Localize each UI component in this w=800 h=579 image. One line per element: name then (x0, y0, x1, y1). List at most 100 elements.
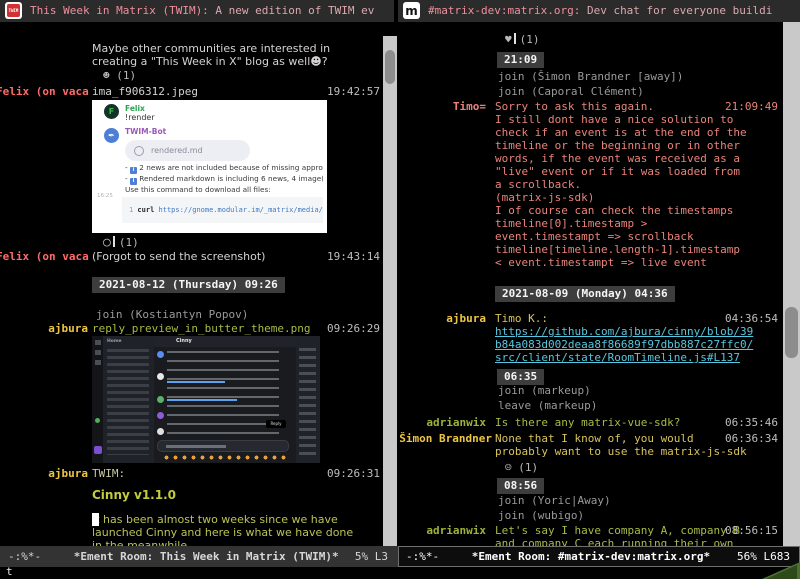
message-text: Let's say I have company A, company B (495, 524, 740, 537)
membership-event: join (Šimon Brandner [away]) (498, 70, 783, 83)
cinny-avatar (157, 351, 164, 358)
sender-name[interactable]: adrianwix (398, 416, 486, 429)
sender-name[interactable]: Timo= (398, 100, 486, 113)
sender-name[interactable]: ajbura (0, 467, 88, 480)
right-scrollbar[interactable] (783, 22, 800, 546)
timestamp: 09:26:31 (327, 467, 380, 480)
reaction-pill[interactable]: ♥(1) (505, 33, 783, 46)
cinny-link-bar (167, 381, 225, 383)
cinny-avatar (157, 412, 164, 419)
message-text: I still dont have a nice solution to (495, 113, 783, 126)
message-row: ajbura Timo K.: 04:36:54 (398, 312, 783, 325)
attached-image-rendered-md-screenshot[interactable]: F Felix !render ✒ TWIM-Bot rendered.md -… (92, 100, 327, 233)
right-scrollbar-thumb[interactable] (785, 307, 798, 358)
cinny-message-lines (167, 351, 279, 435)
sender-name[interactable]: ajbura (398, 312, 486, 325)
cinny-user-avatar (94, 446, 102, 454)
right-chat-buffer: ♥(1) 21:09 join (Šimon Brandner [away]) … (398, 22, 783, 546)
date-header-row: 2021-08-12 (Thursday) 09:26 (92, 277, 383, 290)
reaction-pill[interactable]: ☹ (1) (505, 461, 783, 474)
message-row: ajbura reply_preview_in_butter_theme.png… (0, 322, 383, 335)
date-header-row: 2021-08-09 (Monday) 04:36 (495, 286, 783, 299)
message-text: in the meanwhile (92, 539, 383, 546)
attached-image-cinny-screenshot[interactable]: Home Cinny Reply (92, 336, 320, 463)
hollow-cursor (113, 236, 115, 247)
hyperlink[interactable]: b84a083d002deaa8f86689f97dbb887c27ffc0/ (495, 338, 783, 351)
m-avatar-letter: m (405, 4, 418, 18)
hyperlink[interactable]: src/client/state/RoomTimeline.js#L137 (495, 351, 783, 364)
message-text: a scrollback. (495, 178, 783, 191)
sender-name[interactable]: Šimon Brandner (398, 432, 492, 445)
time-header: 21:09 (497, 52, 544, 68)
message-text: Timo K.: (495, 312, 548, 325)
time-header: 08:56 (497, 478, 544, 494)
time-header-row: 21:09 (497, 52, 783, 65)
attachment-filename[interactable]: ima_f906312.jpeg (92, 85, 198, 98)
cinny-room-list: Home (103, 336, 154, 463)
message-text: and company C each running their own (495, 537, 783, 546)
message-text: It has been almost two weeks since we ha… (92, 513, 383, 526)
sender-name[interactable]: Felix (on vaca (0, 250, 88, 263)
message-text: check if an event is at the end of the (495, 126, 783, 139)
hollow-cursor (514, 33, 516, 44)
twim-bot-avatar: ✒ (104, 128, 119, 143)
timestamp: 06:36:34 (725, 432, 778, 445)
modeline-flags: -:%*- (8, 550, 41, 563)
membership-event: leave (markeup) (498, 399, 783, 412)
message-text: words, if the event was received as a (495, 152, 783, 165)
cinny-reply-tooltip: Reply (266, 420, 286, 428)
cinny-avatar (157, 373, 164, 380)
message-row: ajbura TWIM: 09:26:31 (0, 467, 383, 480)
reaction-count: (1) (520, 33, 540, 46)
info-icon: i (130, 167, 137, 174)
timestamp: 09:26:29 (327, 322, 380, 335)
reaction-count: (1) (116, 69, 136, 82)
hyperlink[interactable]: https://github.com/ajbura/cinny/blob/39 (495, 325, 783, 338)
membership-event: join (Kostiantyn Popov) (96, 308, 383, 321)
embedded-bullet: - i Rendered markdown is including 6 new… (125, 174, 323, 185)
info-icon: i (130, 178, 137, 185)
message-row: adrianwix Is there any matrix-vue-sdk? 0… (398, 416, 783, 429)
message-text: Maybe other communities are interested i… (92, 42, 383, 55)
text-cursor (92, 513, 99, 526)
left-scrollbar[interactable] (383, 36, 397, 546)
message-text: Is there any matrix-vue-sdk? (495, 416, 680, 429)
sender-name[interactable]: ajbura (0, 322, 88, 335)
corner-grip (762, 562, 800, 579)
embedded-bullet: - i 2 news are not included because of m… (125, 163, 323, 174)
matrix-dev-room-avatar: m (403, 2, 420, 19)
cinny-avatar (157, 428, 164, 435)
message-row: adrianwix Let's say I have company A, co… (398, 524, 783, 537)
cinny-home-label: Home (107, 339, 122, 344)
membership-event: join (markeup) (498, 384, 783, 397)
sender-name[interactable]: adrianwix (398, 524, 486, 537)
attachment-filename[interactable]: reply_preview_in_butter_theme.png (92, 322, 311, 335)
cinny-space-rail (92, 336, 103, 463)
embedded-timestamp: 16:25 (97, 193, 113, 199)
room-name: #matrix-dev:matrix.org: (428, 4, 580, 17)
reaction-pill[interactable]: ☻ (1) (103, 69, 383, 82)
message-text: (Forgot to send the screenshot) (92, 250, 265, 263)
modeline-flags: -:%*- (406, 550, 439, 563)
message-text: Sorry to ask this again. (495, 100, 783, 113)
message-row: Felix (on vaca ima_f906312.jpeg 19:42:57 (0, 85, 383, 98)
message-text: creating a "This Week in X" blog as well… (92, 55, 383, 68)
date-header: 2021-08-12 (Thursday) 09:26 (92, 277, 285, 293)
message-text: (matrix-js-sdk) (495, 191, 783, 204)
attachment-pill: rendered.md (125, 140, 250, 161)
reaction-emoji: ○ (103, 235, 111, 250)
room-name: This Week in Matrix (TWIM): (30, 4, 209, 17)
embedded-sender: TWIM-Bot (125, 127, 166, 136)
echo-area[interactable]: t (6, 565, 13, 578)
sender-name[interactable]: Felix (on vaca (0, 85, 88, 98)
left-scrollbar-thumb[interactable] (385, 50, 395, 84)
message-text: timeline[timeline.length-1].timestamp (495, 243, 783, 256)
embedded-message: !render (125, 113, 155, 122)
modeline-position: 5% L3 (355, 546, 388, 567)
right-room-title: #matrix-dev:matrix.org: Dev chat for eve… (428, 4, 772, 17)
cinny-room-rows (107, 349, 149, 455)
timestamp: 19:42:57 (327, 85, 380, 98)
reaction-pill[interactable]: ○(1) (103, 236, 383, 249)
message-text: TWIM: (92, 467, 125, 480)
message-text: "live" event or if it was loaded from (495, 165, 783, 178)
